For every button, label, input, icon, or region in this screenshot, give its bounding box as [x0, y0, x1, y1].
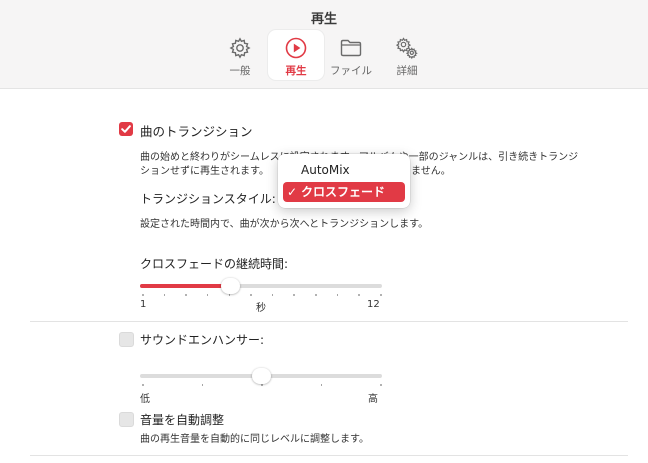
popup-option-automix[interactable]: AutoMix [283, 160, 405, 180]
slider-tick [271, 294, 274, 296]
playback-settings: 曲のトランジション 曲の始めと終わりがシームレスに設定されます。アルバムや一部の… [0, 89, 648, 463]
slider-tick [320, 384, 322, 386]
transition-style-popup-menu[interactable]: AutoMix ✓ クロスフェード [278, 154, 410, 208]
tab-advanced[interactable]: 詳細 [390, 30, 424, 80]
slider-max-label: 12 [367, 299, 380, 310]
song-transition-description-line2: ションせずに再生されます。 [140, 166, 269, 177]
section-divider [30, 455, 628, 456]
window-title: 再生 [310, 12, 337, 27]
crossfade-duration-slider[interactable] [140, 278, 382, 299]
slider-tick [201, 384, 203, 386]
slider-tick [261, 384, 263, 386]
song-transition-description-tail: ません。 [411, 166, 451, 177]
volume-adjust-checkbox[interactable] [119, 412, 134, 427]
slider-tick [206, 294, 209, 296]
gears-icon [395, 37, 418, 60]
tab-files[interactable]: ファイル [328, 30, 374, 80]
volume-adjust-label: 音量を自動調整 [140, 413, 225, 427]
gear-icon [229, 37, 251, 59]
slider-min-label: 1 [140, 299, 147, 310]
slider-tick [250, 294, 252, 296]
tab-general[interactable]: 一般 [222, 30, 258, 80]
song-transition-label: 曲のトランジション [140, 124, 253, 139]
volume-adjust-description: 曲の再生音量を自動的に同じレベルに調整します。 [140, 434, 369, 445]
slider-fill [140, 284, 231, 288]
play-circle-icon [285, 37, 307, 59]
crossfade-duration-label: クロスフェードの継続時間: [140, 257, 289, 271]
checkmark-icon [121, 125, 131, 133]
slider-tick [293, 294, 295, 296]
slider-knob[interactable] [221, 278, 241, 294]
slider-tick [315, 294, 317, 296]
song-transition-checkbox[interactable] [119, 122, 133, 136]
tab-label: ファイル [330, 65, 372, 77]
sound-enhancer-checkbox[interactable] [119, 332, 134, 347]
slider-low-label: 低 [140, 394, 150, 405]
section-divider [30, 321, 628, 322]
preferences-window: 再生 一般 再生 ファイル 詳細 曲のトランジション ションせずに再生されます。… [0, 0, 648, 463]
slider-tick [380, 294, 382, 296]
slider-tick [142, 294, 144, 296]
toolbar: 再生 一般 再生 ファイル 詳細 [0, 0, 648, 89]
popup-option-label: AutoMix [301, 163, 350, 177]
tab-label: 詳細 [396, 65, 418, 77]
slider-tick [380, 384, 382, 386]
slider-tick [185, 294, 187, 296]
slider-knob[interactable] [251, 368, 271, 384]
sound-enhancer-slider[interactable] [140, 368, 382, 389]
slider-tick [228, 294, 231, 296]
popup-option-label: クロスフェード [301, 185, 386, 199]
slider-high-label: 高 [368, 394, 378, 405]
transition-style-description: 設定された時間内で、曲が次から次へとトランジションします。 [140, 219, 429, 230]
checkmark-icon: ✓ [287, 185, 298, 199]
slider-tick [142, 384, 144, 386]
tab-label: 再生 [285, 65, 307, 77]
popup-option-crossfade[interactable]: ✓ クロスフェード [283, 182, 405, 202]
slider-tick [163, 294, 166, 296]
transition-style-label: トランジションスタイル: [140, 192, 276, 206]
slider-tick [336, 294, 339, 296]
tab-label: 一般 [229, 65, 251, 77]
sound-enhancer-label: サウンドエンハンサー: [140, 333, 265, 347]
tab-playback[interactable]: 再生 [268, 30, 324, 80]
slider-unit-label: 秒 [256, 303, 266, 314]
folder-icon [340, 39, 362, 57]
slider-tick [358, 294, 360, 296]
